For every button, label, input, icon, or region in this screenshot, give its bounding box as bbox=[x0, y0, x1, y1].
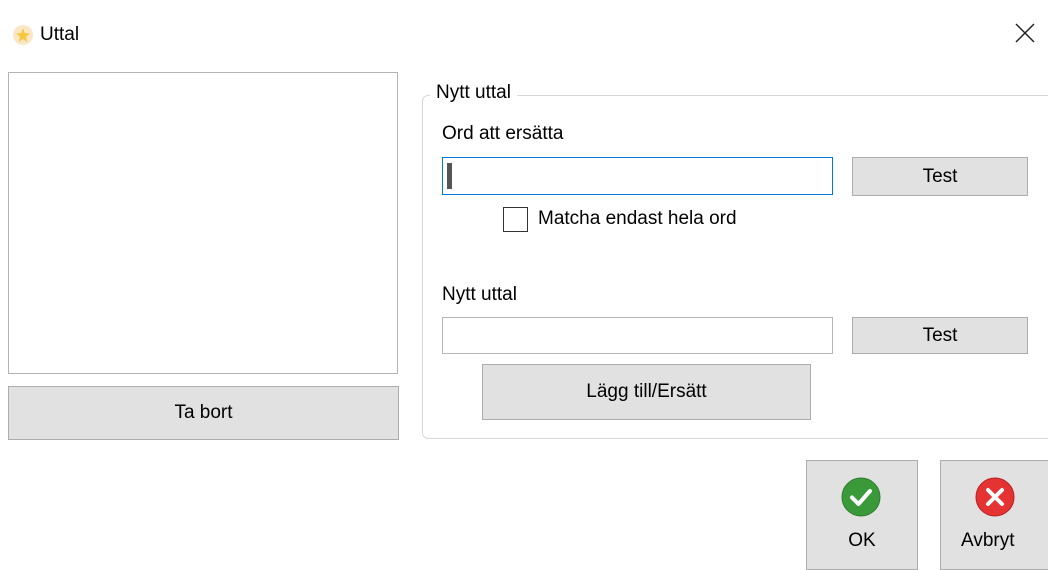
whole-word-label[interactable]: Matcha endast hela ord bbox=[538, 208, 737, 230]
new-pronunciation-label: Nytt uttal bbox=[442, 284, 517, 305]
cancel-x-icon bbox=[975, 477, 1015, 517]
ok-button[interactable]: OK bbox=[806, 460, 918, 570]
new-pronunciation-input[interactable] bbox=[442, 317, 833, 354]
cancel-button[interactable]: Avbryt bbox=[940, 460, 1048, 570]
ok-label: OK bbox=[848, 530, 876, 551]
pronunciation-list[interactable] bbox=[8, 72, 398, 374]
remove-button[interactable]: Ta bort bbox=[8, 386, 399, 440]
add-replace-button[interactable]: Lägg till/Ersätt bbox=[482, 364, 811, 420]
close-icon bbox=[1015, 23, 1035, 43]
group-legend: Nytt uttal bbox=[430, 82, 517, 104]
close-button[interactable] bbox=[1002, 14, 1048, 54]
test-pronunciation-button[interactable]: Test bbox=[852, 317, 1028, 354]
check-icon bbox=[841, 477, 881, 517]
text-caret bbox=[447, 163, 452, 189]
word-to-replace-input[interactable] bbox=[442, 157, 833, 195]
window-title: Uttal bbox=[40, 24, 80, 45]
test-word-button[interactable]: Test bbox=[852, 157, 1028, 196]
cancel-label: Avbryt bbox=[961, 530, 1015, 551]
whole-word-checkbox[interactable] bbox=[503, 207, 528, 232]
app-star-icon bbox=[12, 24, 34, 46]
word-to-replace-label: Ord att ersätta bbox=[442, 123, 564, 144]
title-bar: Uttal bbox=[0, 0, 1048, 68]
